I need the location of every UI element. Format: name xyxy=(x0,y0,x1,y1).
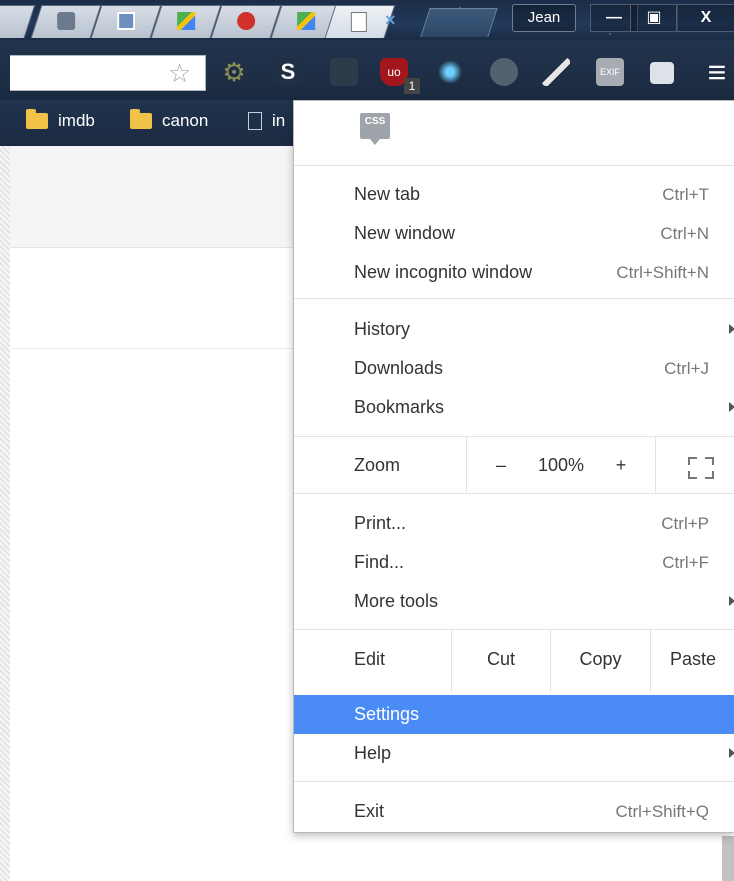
cut-button[interactable]: Cut xyxy=(452,631,550,687)
css-extension-icon[interactable]: CSS xyxy=(360,113,390,145)
shortcut-text: Ctrl+N xyxy=(660,224,709,243)
submenu-arrow-icon xyxy=(729,748,734,758)
extension-icon[interactable] xyxy=(330,58,358,86)
s-extension-icon[interactable]: S xyxy=(274,58,302,86)
settings-gear-icon[interactable]: ⚙ xyxy=(220,58,248,86)
maximize-button[interactable]: ▣ xyxy=(630,4,678,32)
maps-icon xyxy=(177,12,196,30)
tab[interactable] xyxy=(90,5,162,38)
menu-item-exit[interactable]: Exit Ctrl+Shift+Q xyxy=(294,792,734,831)
red-circle-icon xyxy=(237,12,256,30)
scrollbar-thumb[interactable] xyxy=(722,836,734,881)
folder-icon xyxy=(130,109,152,129)
menu-item-label: Find... xyxy=(354,552,405,572)
menu-item-settings[interactable]: Settings xyxy=(294,695,734,734)
extension-icon[interactable] xyxy=(650,62,674,84)
shortcut-text: Ctrl+P xyxy=(661,514,709,533)
paste-button[interactable]: Paste xyxy=(651,631,734,687)
shortcut-text: Ctrl+Shift+N xyxy=(616,263,709,282)
zoom-out-button[interactable]: – xyxy=(486,437,516,493)
menu-item-label: New window xyxy=(354,223,456,243)
copy-button[interactable]: Copy xyxy=(551,631,650,687)
menu-item-help[interactable]: Help xyxy=(294,734,734,773)
edit-label: Edit xyxy=(354,649,386,669)
page-icon xyxy=(248,112,262,130)
window-icon xyxy=(117,12,136,30)
submenu-arrow-icon xyxy=(729,402,734,412)
ublock-badge: 1 xyxy=(404,78,420,94)
bookmark-label: canon xyxy=(162,111,209,130)
menu-item-label: New incognito window xyxy=(354,262,533,282)
tab[interactable] xyxy=(210,5,282,38)
shortcut-text: Ctrl+J xyxy=(664,359,709,378)
menu-item-new-tab[interactable]: New tab Ctrl+T xyxy=(294,175,734,214)
menu-item-label: Print... xyxy=(354,513,407,533)
shortcut-text: Ctrl+F xyxy=(662,553,709,572)
shortcut-text: Ctrl+T xyxy=(662,185,709,204)
bookmark-canon[interactable]: canon xyxy=(130,109,209,131)
submenu-arrow-icon xyxy=(729,324,734,334)
extension-icon[interactable] xyxy=(436,58,464,86)
puzzle-icon xyxy=(57,12,76,30)
chrome-menu-button[interactable]: ≡ xyxy=(700,56,734,88)
menu-item-label: History xyxy=(354,319,411,339)
title-bar: × Jean — ▣ X xyxy=(0,0,734,40)
fullscreen-icon[interactable] xyxy=(688,457,714,479)
menu-item-label: New tab xyxy=(354,184,421,204)
menu-item-new-incognito-window[interactable]: New incognito window Ctrl+Shift+N xyxy=(294,253,734,292)
menu-item-label: Exit xyxy=(354,801,385,821)
zoom-divider xyxy=(655,437,656,493)
menu-separator xyxy=(294,629,734,630)
bookmark-label: in xyxy=(272,111,286,130)
menu-item-label: Bookmarks xyxy=(354,397,445,417)
menu-item-bookmarks[interactable]: Bookmarks xyxy=(294,388,734,427)
bookmark-label: imdb xyxy=(58,111,95,130)
zoom-divider xyxy=(466,437,467,493)
exif-viewer-icon[interactable]: EXIF xyxy=(596,58,624,86)
bookmark-star-icon[interactable]: ☆ xyxy=(168,58,191,89)
extension-icon[interactable] xyxy=(542,58,570,86)
menu-separator xyxy=(294,781,734,782)
bookmark-imdb[interactable]: imdb xyxy=(26,109,95,131)
tab-close-icon[interactable]: × xyxy=(385,10,396,31)
page-icon xyxy=(350,12,367,32)
tab-maps[interactable] xyxy=(150,5,222,38)
menu-item-label: Help xyxy=(354,743,392,763)
chrome-menu: CSS New tab Ctrl+T New window Ctrl+N New… xyxy=(293,100,734,833)
menu-item-more-tools[interactable]: More tools xyxy=(294,582,734,621)
maps-icon xyxy=(297,12,316,30)
menu-item-find[interactable]: Find... Ctrl+F xyxy=(294,543,734,582)
extension-icon[interactable] xyxy=(490,58,518,86)
shortcut-text: Ctrl+Shift+Q xyxy=(615,802,709,821)
zoom-label: Zoom xyxy=(354,455,401,475)
menu-item-history[interactable]: History xyxy=(294,310,734,349)
folder-icon xyxy=(26,109,48,129)
menu-separator xyxy=(294,493,734,494)
menu-separator xyxy=(294,165,734,166)
bookmark-in[interactable]: in xyxy=(248,111,285,131)
menu-item-label: Settings xyxy=(354,704,420,724)
menu-item-downloads[interactable]: Downloads Ctrl+J xyxy=(294,349,734,388)
menu-item-label: Downloads xyxy=(354,358,444,378)
menu-item-new-window[interactable]: New window Ctrl+N xyxy=(294,214,734,253)
menu-separator xyxy=(294,298,734,299)
menu-item-label: More tools xyxy=(354,591,439,611)
new-tab-button[interactable] xyxy=(420,8,498,37)
close-button[interactable]: X xyxy=(676,4,734,32)
submenu-arrow-icon xyxy=(729,596,734,606)
menu-item-print[interactable]: Print... Ctrl+P xyxy=(294,504,734,543)
profile-button[interactable]: Jean xyxy=(512,4,576,32)
zoom-in-button[interactable]: + xyxy=(606,437,636,493)
zoom-level: 100% xyxy=(537,455,585,475)
tab-extensions[interactable] xyxy=(30,5,102,38)
